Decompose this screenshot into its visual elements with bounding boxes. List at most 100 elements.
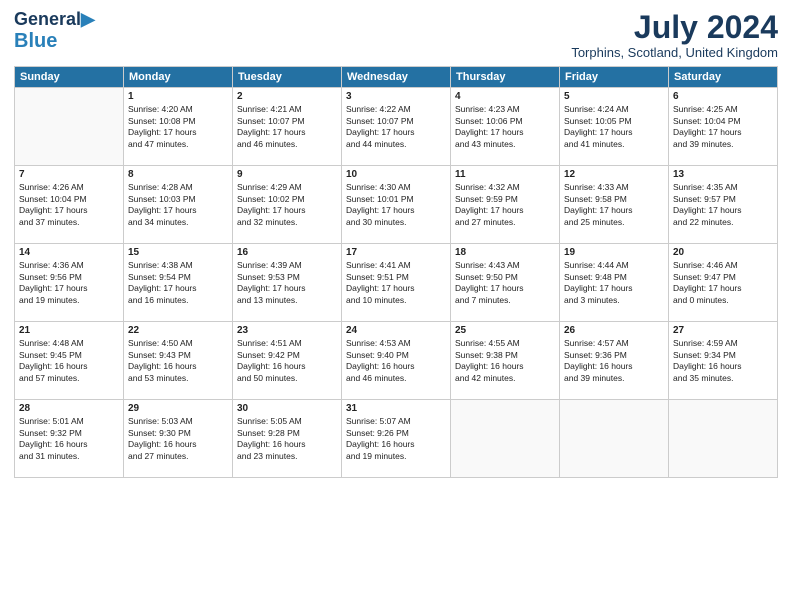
day-number: 16: [237, 247, 337, 258]
cell-text: Daylight: 17 hours: [237, 127, 337, 138]
cell-text: and 50 minutes.: [237, 373, 337, 384]
cell-text: Sunset: 9:45 PM: [19, 350, 119, 361]
cell-text: Daylight: 16 hours: [237, 361, 337, 372]
cell-text: Sunrise: 4:36 AM: [19, 260, 119, 271]
cell-text: and 10 minutes.: [346, 295, 446, 306]
calendar-cell: 5Sunrise: 4:24 AMSunset: 10:05 PMDayligh…: [560, 88, 669, 166]
day-number: 20: [673, 247, 773, 258]
cell-text: Sunset: 9:40 PM: [346, 350, 446, 361]
calendar-cell: 24 Sunrise: 4:53 AMSunset: 9:40 PMDayligh…: [342, 322, 451, 400]
col-wednesday: Wednesday: [342, 67, 451, 88]
logo: General▶ Blue: [14, 10, 95, 52]
cell-text: and 44 minutes.: [346, 139, 446, 150]
header-row: Sunday Monday Tuesday Wednesday Thursday…: [15, 67, 778, 88]
cell-text: Sunrise: 5:07 AM: [346, 416, 446, 427]
cell-text: Sunrise: 4:53 AM: [346, 338, 446, 349]
calendar-cell: 20Sunrise: 4:46 AMSunset: 9:47 PMDayligh…: [669, 244, 778, 322]
cell-text: Sunset: 9:28 PM: [237, 428, 337, 439]
day-number: 1: [128, 91, 228, 102]
cell-text: Sunrise: 4:32 AM: [455, 182, 555, 193]
cell-text: Daylight: 17 hours: [237, 283, 337, 294]
cell-text: and 22 minutes.: [673, 217, 773, 228]
cell-text: Daylight: 17 hours: [673, 205, 773, 216]
day-number: 17: [346, 247, 446, 258]
cell-text: Sunrise: 4:46 AM: [673, 260, 773, 271]
cell-text: Daylight: 17 hours: [128, 205, 228, 216]
cell-text: Daylight: 16 hours: [346, 361, 446, 372]
cell-text: Sunrise: 4:35 AM: [673, 182, 773, 193]
cell-text: Sunrise: 4:39 AM: [237, 260, 337, 271]
cell-text: Sunset: 9:59 PM: [455, 194, 555, 205]
day-number: 6: [673, 91, 773, 102]
cell-text: Sunset: 9:50 PM: [455, 272, 555, 283]
day-number: 15: [128, 247, 228, 258]
calendar-cell: 25Sunrise: 4:55 AMSunset: 9:38 PMDayligh…: [451, 322, 560, 400]
calendar-cell: 27Sunrise: 4:59 AMSunset: 9:34 PMDayligh…: [669, 322, 778, 400]
cell-text: Daylight: 17 hours: [455, 283, 555, 294]
cell-text: Daylight: 17 hours: [673, 127, 773, 138]
col-monday: Monday: [124, 67, 233, 88]
cell-text: Sunset: 10:05 PM: [564, 116, 664, 127]
calendar-cell: 14Sunrise: 4:36 AMSunset: 9:56 PMDayligh…: [15, 244, 124, 322]
cell-text: Sunrise: 4:57 AM: [564, 338, 664, 349]
cell-text: Sunrise: 4:25 AM: [673, 104, 773, 115]
day-number: 14: [19, 247, 119, 258]
cell-text: Daylight: 17 hours: [564, 127, 664, 138]
day-number: 21: [19, 325, 119, 336]
cell-text: Sunset: 10:08 PM: [128, 116, 228, 127]
cell-text: Daylight: 17 hours: [237, 205, 337, 216]
calendar-cell: [15, 88, 124, 166]
cell-text: and 32 minutes.: [237, 217, 337, 228]
cell-text: Daylight: 16 hours: [673, 361, 773, 372]
day-number: 11: [455, 169, 555, 180]
week-row-5: 28Sunrise: 5:01 AMSunset: 9:32 PMDayligh…: [15, 400, 778, 478]
cell-text: and 43 minutes.: [455, 139, 555, 150]
cell-text: and 23 minutes.: [237, 451, 337, 462]
day-number: 12: [564, 169, 664, 180]
col-tuesday: Tuesday: [233, 67, 342, 88]
cell-text: Sunset: 9:30 PM: [128, 428, 228, 439]
cell-text: Sunset: 9:53 PM: [237, 272, 337, 283]
cell-text: Daylight: 16 hours: [237, 439, 337, 450]
cell-text: Sunrise: 4:28 AM: [128, 182, 228, 193]
cell-text: and 37 minutes.: [19, 217, 119, 228]
calendar-cell: 8Sunrise: 4:28 AMSunset: 10:03 PMDayligh…: [124, 166, 233, 244]
cell-text: and 46 minutes.: [237, 139, 337, 150]
cell-text: Sunrise: 4:55 AM: [455, 338, 555, 349]
calendar-cell: 19Sunrise: 4:44 AMSunset: 9:48 PMDayligh…: [560, 244, 669, 322]
calendar-table: Sunday Monday Tuesday Wednesday Thursday…: [14, 66, 778, 478]
week-row-1: 1Sunrise: 4:20 AMSunset: 10:08 PMDayligh…: [15, 88, 778, 166]
cell-text: Sunrise: 4:26 AM: [19, 182, 119, 193]
cell-text: Daylight: 17 hours: [346, 283, 446, 294]
cell-text: Daylight: 17 hours: [564, 205, 664, 216]
calendar-cell: 23Sunrise: 4:51 AMSunset: 9:42 PMDayligh…: [233, 322, 342, 400]
cell-text: Sunrise: 4:38 AM: [128, 260, 228, 271]
calendar-cell: 16 Sunrise: 4:39 AMSunset: 9:53 PMDayligh…: [233, 244, 342, 322]
cell-text: Sunset: 9:34 PM: [673, 350, 773, 361]
cell-text: Sunrise: 4:23 AM: [455, 104, 555, 115]
logo-blue-text: Blue: [14, 30, 57, 52]
day-number: 23: [237, 325, 337, 336]
day-number: 24: [346, 325, 446, 336]
cell-text: Sunset: 10:04 PM: [673, 116, 773, 127]
cell-text: Sunrise: 4:30 AM: [346, 182, 446, 193]
month-title: July 2024: [571, 10, 778, 45]
cell-text: Daylight: 17 hours: [673, 283, 773, 294]
cell-text: Sunset: 9:32 PM: [19, 428, 119, 439]
day-number: 3: [346, 91, 446, 102]
cell-text: Daylight: 16 hours: [128, 361, 228, 372]
logo-blue: ▶: [81, 9, 95, 29]
calendar-cell: 6 Sunrise: 4:25 AMSunset: 10:04 PMDayligh…: [669, 88, 778, 166]
cell-text: Sunrise: 4:24 AM: [564, 104, 664, 115]
day-number: 27: [673, 325, 773, 336]
cell-text: Sunset: 9:58 PM: [564, 194, 664, 205]
cell-text: Sunrise: 4:44 AM: [564, 260, 664, 271]
cell-text: and 46 minutes.: [346, 373, 446, 384]
cell-text: Sunset: 9:51 PM: [346, 272, 446, 283]
cell-text: and 42 minutes.: [455, 373, 555, 384]
day-number: 25: [455, 325, 555, 336]
cell-text: Sunset: 9:48 PM: [564, 272, 664, 283]
cell-text: Sunset: 10:04 PM: [19, 194, 119, 205]
day-number: 13: [673, 169, 773, 180]
day-number: 10: [346, 169, 446, 180]
